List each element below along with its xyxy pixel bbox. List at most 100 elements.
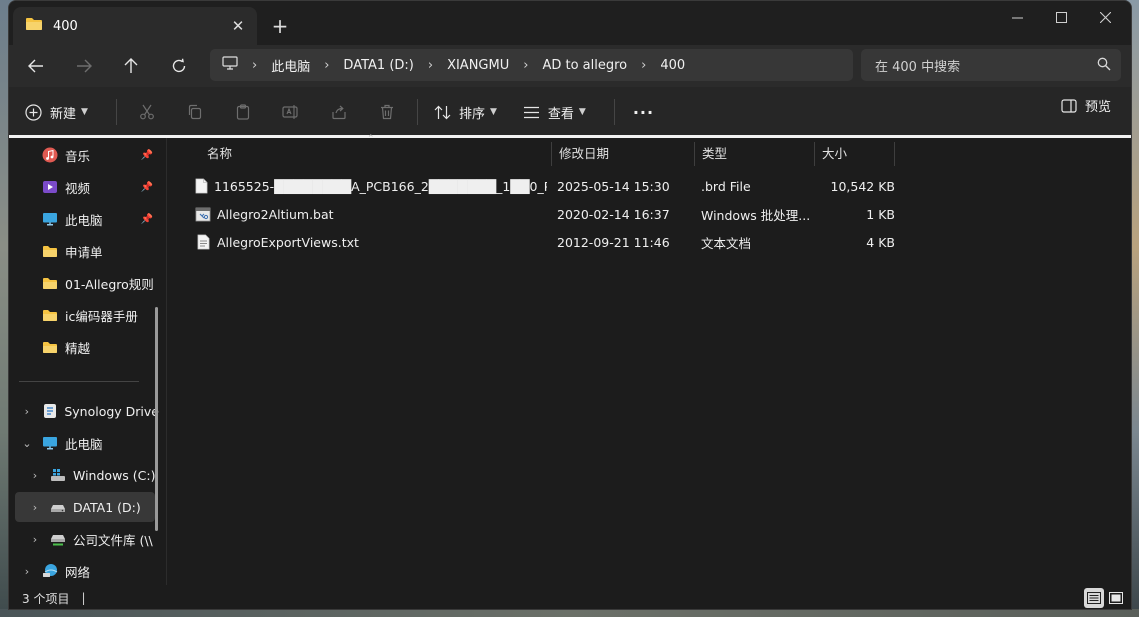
- sidebar-item-folder-ic-encoder[interactable]: ic编码器手册: [9, 300, 159, 330]
- breadcrumb-chevron-icon[interactable]: ›: [641, 58, 646, 73]
- video-icon: [41, 179, 59, 195]
- file-name-cell: Allegro2Altium.bat: [195, 200, 547, 228]
- sort-button-label: 排序: [458, 106, 485, 122]
- rename-icon[interactable]: [267, 96, 315, 128]
- chevron-right-icon[interactable]: ›: [19, 405, 35, 418]
- file-name: AllegroExportViews.txt: [217, 234, 359, 250]
- file-icon: [195, 178, 208, 194]
- column-header-name[interactable]: 名称: [199, 138, 551, 166]
- sidebar-item-this-pc[interactable]: ⌄ 此电脑: [9, 428, 159, 458]
- sidebar-item-folder-allegro-rules[interactable]: 01-Allegro规则: [9, 268, 159, 298]
- sidebar-item-label: 网络: [65, 564, 91, 580]
- column-divider[interactable]: [894, 142, 895, 166]
- toolbar-divider: [115, 99, 117, 125]
- sidebar-item-this-pc-pinned[interactable]: 此电脑 📌: [9, 204, 159, 234]
- new-tab-button[interactable]: +: [267, 13, 293, 39]
- copy-icon[interactable]: [171, 96, 219, 128]
- pin-icon[interactable]: 📌: [141, 182, 153, 193]
- tab-400[interactable]: 400 ✕: [13, 7, 257, 45]
- column-header-date[interactable]: 修改日期: [551, 138, 694, 166]
- file-type: 文本文档: [701, 235, 752, 251]
- item-count: 3 个项目: [22, 591, 70, 606]
- file-type: .brd File: [701, 178, 751, 194]
- tab-close-icon[interactable]: ✕: [227, 15, 249, 37]
- sidebar-item-folder-jingyue[interactable]: 精越: [9, 332, 159, 362]
- address-bar[interactable]: › 此电脑 › DATA1 (D:) › XIANGMU › AD to all…: [210, 49, 853, 81]
- status-bar: 3 个项目 |: [9, 585, 1131, 609]
- sort-button[interactable]: 排序 ▼: [434, 96, 497, 128]
- folder-icon: [25, 17, 43, 35]
- sidebar-item-video[interactable]: 视频 📌: [9, 172, 159, 202]
- status-separator: |: [81, 591, 86, 605]
- close-window-button[interactable]: [1083, 5, 1127, 29]
- pin-icon[interactable]: 📌: [141, 150, 153, 161]
- preview-label: 预览: [1084, 100, 1111, 115]
- chevron-down-icon[interactable]: ⌄: [19, 437, 35, 450]
- minimize-button[interactable]: [995, 5, 1039, 29]
- sidebar-item-network[interactable]: › 网络: [9, 556, 159, 585]
- column-header-size[interactable]: 大小: [814, 138, 894, 166]
- pc-icon: [41, 435, 59, 451]
- sidebar-item-windows-c[interactable]: › Windows (C:): [9, 460, 159, 490]
- share-icon[interactable]: [315, 96, 363, 128]
- view-button[interactable]: 查看 ▼: [523, 96, 586, 128]
- sidebar-item-company-library[interactable]: › 公司文件库 (\\: [9, 524, 159, 554]
- view-lines-icon: [523, 106, 540, 119]
- tab-bar: 400 ✕ +: [9, 1, 1131, 45]
- file-row[interactable]: AllegroExportViews.txt 2012-09-21 11:46 …: [187, 228, 902, 256]
- details-view-button[interactable]: [1084, 588, 1104, 608]
- chevron-down-icon: ▼: [578, 107, 586, 117]
- view-button-label: 查看: [547, 106, 574, 122]
- sidebar-item-folder-application[interactable]: 申请单: [9, 236, 159, 266]
- sidebar-scrollbar[interactable]: [155, 307, 158, 531]
- sidebar-item-music[interactable]: 音乐 📌: [9, 140, 159, 170]
- folder-icon: [41, 307, 59, 323]
- file-row[interactable]: 1165525-████████A_PCB166_2███████_1██0_P…: [187, 172, 902, 200]
- refresh-button[interactable]: [164, 51, 194, 81]
- navigation-pane[interactable]: 音乐 📌 视频 📌 此电脑 📌 申请单 01-Allegro规则 ic编码器手册…: [9, 138, 166, 585]
- preview-pane-button[interactable]: 预览: [1061, 96, 1111, 115]
- pin-icon[interactable]: 📌: [141, 214, 153, 225]
- search-input[interactable]: 在 400 中搜索: [861, 49, 1121, 81]
- breadcrumb-chevron-icon[interactable]: ›: [428, 58, 433, 73]
- cut-icon[interactable]: [123, 96, 171, 128]
- desktop-wallpaper-bottom: [0, 609, 1139, 617]
- back-button[interactable]: [21, 51, 51, 81]
- more-options-icon: ···: [632, 102, 655, 122]
- file-name-cell: 1165525-████████A_PCB166_2███████_1██0_P…: [195, 172, 547, 200]
- breadcrumb-xiangmu[interactable]: XIANGMU: [447, 58, 509, 73]
- column-header-type[interactable]: 类型: [694, 138, 814, 166]
- drive-c-icon: [49, 467, 67, 483]
- file-list-view[interactable]: ⌃ 名称 修改日期 类型 大小 1165525-████████A_PCB166…: [166, 134, 1131, 585]
- sidebar-item-label: ic编码器手册: [65, 308, 138, 324]
- sidebar-item-label: Windows (C:): [73, 467, 156, 483]
- drive-icon: [49, 499, 67, 515]
- file-row[interactable]: Allegro2Altium.bat 2020-02-14 16:37 Wind…: [187, 200, 902, 228]
- chevron-right-icon[interactable]: ›: [19, 565, 35, 578]
- chevron-right-icon[interactable]: ›: [27, 533, 43, 546]
- sidebar-item-label: Synology Drive: [64, 403, 159, 419]
- search-icon[interactable]: [1097, 57, 1111, 75]
- paste-icon[interactable]: [219, 96, 267, 128]
- chevron-right-icon[interactable]: ›: [27, 469, 43, 482]
- breadcrumb-chevron-icon[interactable]: ›: [324, 58, 329, 73]
- folder-icon: [41, 339, 59, 355]
- breadcrumb-chevron-icon[interactable]: ›: [523, 58, 528, 73]
- sidebar-item-synology-drive[interactable]: › Synology Drive: [9, 396, 159, 426]
- maximize-button[interactable]: [1039, 5, 1083, 29]
- up-button[interactable]: [116, 51, 146, 81]
- forward-button[interactable]: [69, 51, 99, 81]
- more-options-button[interactable]: ···: [633, 96, 654, 128]
- chevron-right-icon[interactable]: ›: [27, 501, 43, 514]
- breadcrumb-this-pc[interactable]: 此电脑: [271, 56, 310, 75]
- sidebar-item-data1-d[interactable]: › DATA1 (D:): [15, 492, 155, 522]
- file-size: 10,542 KB: [830, 178, 895, 194]
- breadcrumb-data1[interactable]: DATA1 (D:): [343, 58, 413, 73]
- new-button[interactable]: 新建 ▼: [25, 96, 88, 128]
- sidebar-item-label: 此电脑: [65, 212, 103, 228]
- breadcrumb-ad-to-allegro[interactable]: AD to allegro: [542, 58, 627, 73]
- sidebar-item-label: 申请单: [65, 244, 103, 260]
- delete-icon[interactable]: [363, 96, 411, 128]
- large-icons-view-button[interactable]: [1106, 588, 1126, 608]
- breadcrumb-400[interactable]: 400: [660, 58, 685, 73]
